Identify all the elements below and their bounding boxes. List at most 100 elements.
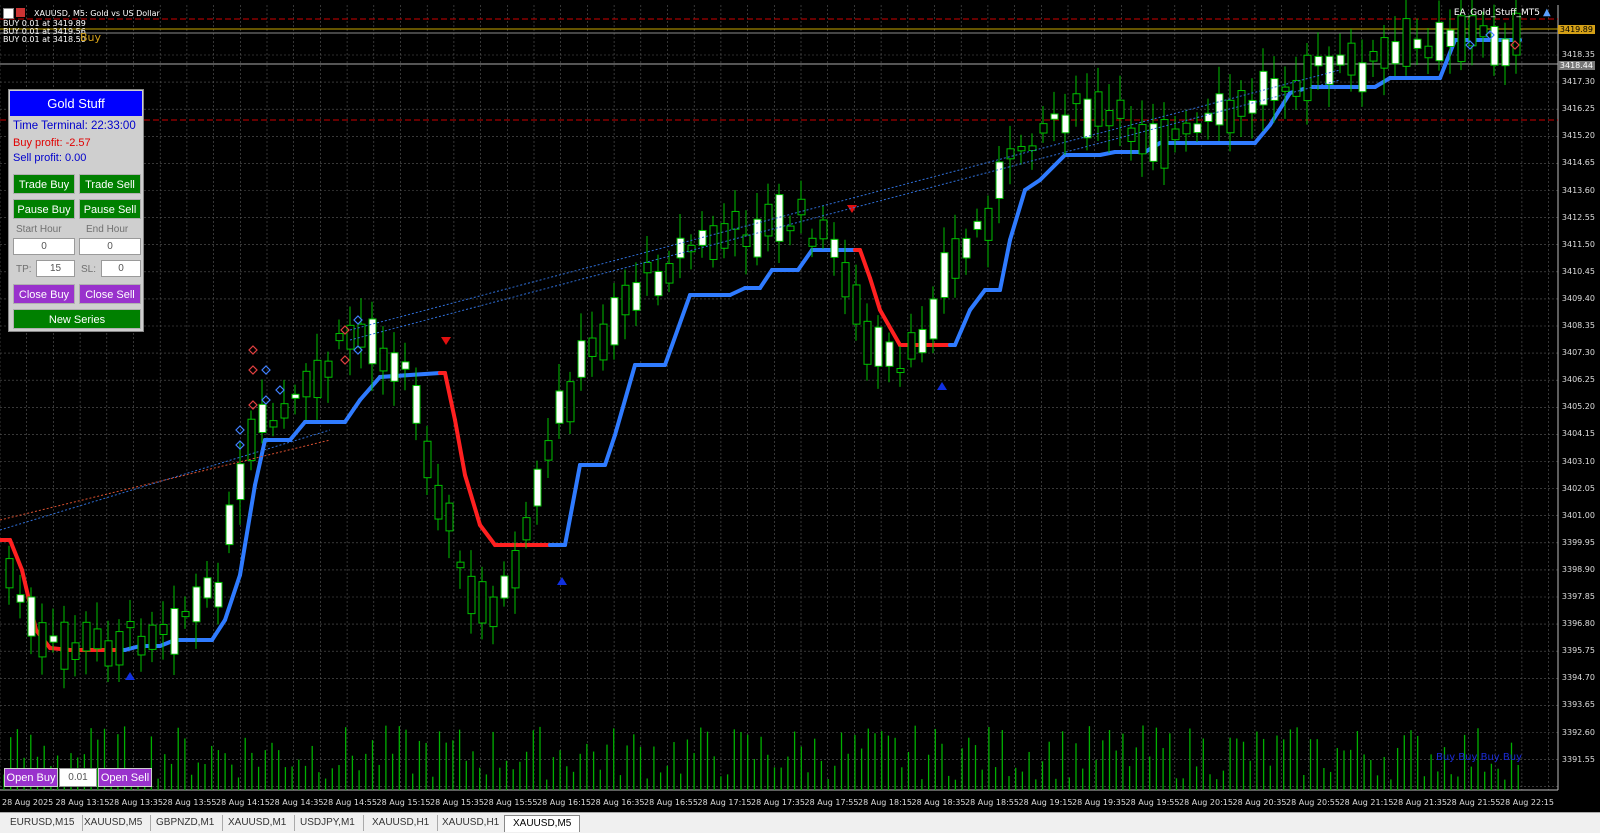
- candle-body: [1083, 98, 1092, 139]
- order-marker: [261, 395, 271, 405]
- candle-body: [1160, 119, 1169, 169]
- buy-overlay-label: Buy: [80, 31, 102, 44]
- tp-input[interactable]: 15: [36, 260, 75, 277]
- candle-body: [1061, 114, 1070, 134]
- candle-body: [1215, 93, 1224, 126]
- chart-tab[interactable]: XAUUSD,M1: [220, 815, 296, 831]
- chart-tab[interactable]: USDJPY,M1: [292, 815, 364, 831]
- lot-size-input[interactable]: 0.01: [59, 768, 97, 787]
- open-sell-button[interactable]: Open Sell: [98, 768, 152, 787]
- candle-body: [1193, 123, 1202, 134]
- trend-segment: [1373, 76, 1392, 89]
- candle-body: [533, 468, 542, 507]
- trend-segment: [603, 433, 617, 467]
- candle-body: [104, 640, 113, 667]
- order-marker: [261, 365, 271, 375]
- trend-segment: [1008, 188, 1027, 242]
- price-chart[interactable]: [0, 0, 1600, 812]
- price-tick-label: 3411.50: [1561, 239, 1595, 249]
- candle-body: [984, 207, 993, 241]
- time-tick-label: 28 Aug 14:15: [216, 798, 270, 807]
- trade-sell-button[interactable]: Trade Sell: [79, 174, 141, 194]
- candle-body: [203, 577, 212, 599]
- candle-body: [335, 333, 344, 342]
- candle-body: [280, 403, 289, 419]
- chart-tab[interactable]: EURUSD,M15: [2, 815, 84, 831]
- open-buy-button[interactable]: Open Buy: [4, 768, 58, 787]
- sl-input[interactable]: 0: [101, 260, 141, 277]
- ask-price-badge: 3418.44: [1557, 61, 1595, 70]
- candle-body: [1435, 21, 1444, 62]
- candle-body: [720, 223, 729, 249]
- chart-tab[interactable]: XAUUSD,H1: [434, 815, 509, 831]
- trend-segment: [878, 308, 902, 347]
- candle-body: [654, 270, 663, 297]
- pause-buy-button[interactable]: Pause Buy: [13, 199, 75, 219]
- chart-tab[interactable]: XAUUSD,M5: [76, 815, 152, 831]
- tp-label: TP:: [16, 264, 32, 275]
- candle-body: [236, 463, 245, 501]
- pause-sell-button[interactable]: Pause Sell: [79, 199, 141, 219]
- chart-area[interactable]: XAUUSD, M5: Gold vs US Dollar BUY 0.01 a…: [0, 0, 1600, 812]
- price-tick-label: 3393.65: [1561, 700, 1595, 710]
- price-tick-label: 3394.70: [1561, 673, 1595, 683]
- buy-arrow-icon: [937, 382, 947, 390]
- candle-body: [808, 237, 817, 247]
- candle-body: [973, 220, 982, 230]
- buy-arrow-icon: [557, 577, 567, 585]
- time-tick-label: 28 Aug 16:35: [590, 798, 645, 807]
- time-terminal: Time Terminal: 22:33:00: [13, 120, 136, 132]
- candle-body: [555, 390, 564, 424]
- end-hour-input[interactable]: 0: [79, 238, 141, 255]
- price-tick-label: 3403.10: [1561, 456, 1595, 466]
- candle-body: [665, 263, 674, 284]
- order-marker: [248, 400, 258, 410]
- candle-body: [1391, 41, 1400, 65]
- close-buy-button[interactable]: Close Buy: [13, 284, 75, 304]
- candle-body: [445, 502, 454, 532]
- candle-body: [1413, 38, 1422, 49]
- trend-segment: [663, 293, 692, 367]
- candle-body: [60, 621, 69, 670]
- candle-body: [1292, 79, 1301, 97]
- time-tick-label: 28 Aug 21:35: [1393, 798, 1447, 807]
- candle-body: [1380, 37, 1389, 69]
- time-tick-label: 28 Aug 17:55: [804, 798, 859, 807]
- new-series-button[interactable]: New Series: [13, 309, 141, 329]
- trade-buy-button[interactable]: Trade Buy: [13, 174, 75, 194]
- sell-profit: Sell profit: 0.00: [13, 152, 87, 164]
- price-tick-label: 3417.30: [1561, 77, 1595, 87]
- candle-body: [38, 622, 47, 658]
- candle-body: [1204, 112, 1213, 122]
- candle-body: [940, 252, 949, 298]
- candle-body: [258, 403, 267, 434]
- candle-body: [1325, 55, 1334, 85]
- trend-segment: [378, 371, 442, 379]
- candle-body: [1314, 55, 1323, 67]
- candle-body: [1369, 51, 1378, 62]
- close-sell-button[interactable]: Close Sell: [79, 284, 141, 304]
- candle-body: [621, 284, 630, 316]
- price-tick-label: 3392.60: [1561, 727, 1595, 737]
- trend-segment: [868, 276, 882, 312]
- trend-segment: [253, 438, 267, 487]
- time-tick-label: 28 Aug 13:15: [55, 798, 110, 807]
- order-marker: [275, 385, 285, 395]
- trend-segment: [478, 523, 497, 547]
- candle-body: [126, 621, 135, 629]
- price-tick-label: 3409.40: [1561, 293, 1595, 303]
- candle-body: [181, 611, 190, 618]
- price-tick-label: 3413.60: [1561, 185, 1595, 195]
- candle-body: [148, 624, 157, 650]
- chart-tab[interactable]: XAUUSD,M5: [504, 815, 581, 832]
- candle-body: [907, 332, 916, 360]
- price-tick-label: 3399.95: [1561, 537, 1595, 547]
- trend-segment: [968, 288, 987, 312]
- end-hour-label: End Hour: [86, 224, 129, 235]
- start-hour-input[interactable]: 0: [13, 238, 75, 255]
- chart-tab[interactable]: XAUUSD,H1: [364, 815, 439, 831]
- sell-arrow-icon: [847, 205, 857, 213]
- candle-body: [577, 340, 586, 378]
- candle-body: [632, 282, 641, 311]
- chart-tab[interactable]: GBPNZD,M1: [148, 815, 224, 831]
